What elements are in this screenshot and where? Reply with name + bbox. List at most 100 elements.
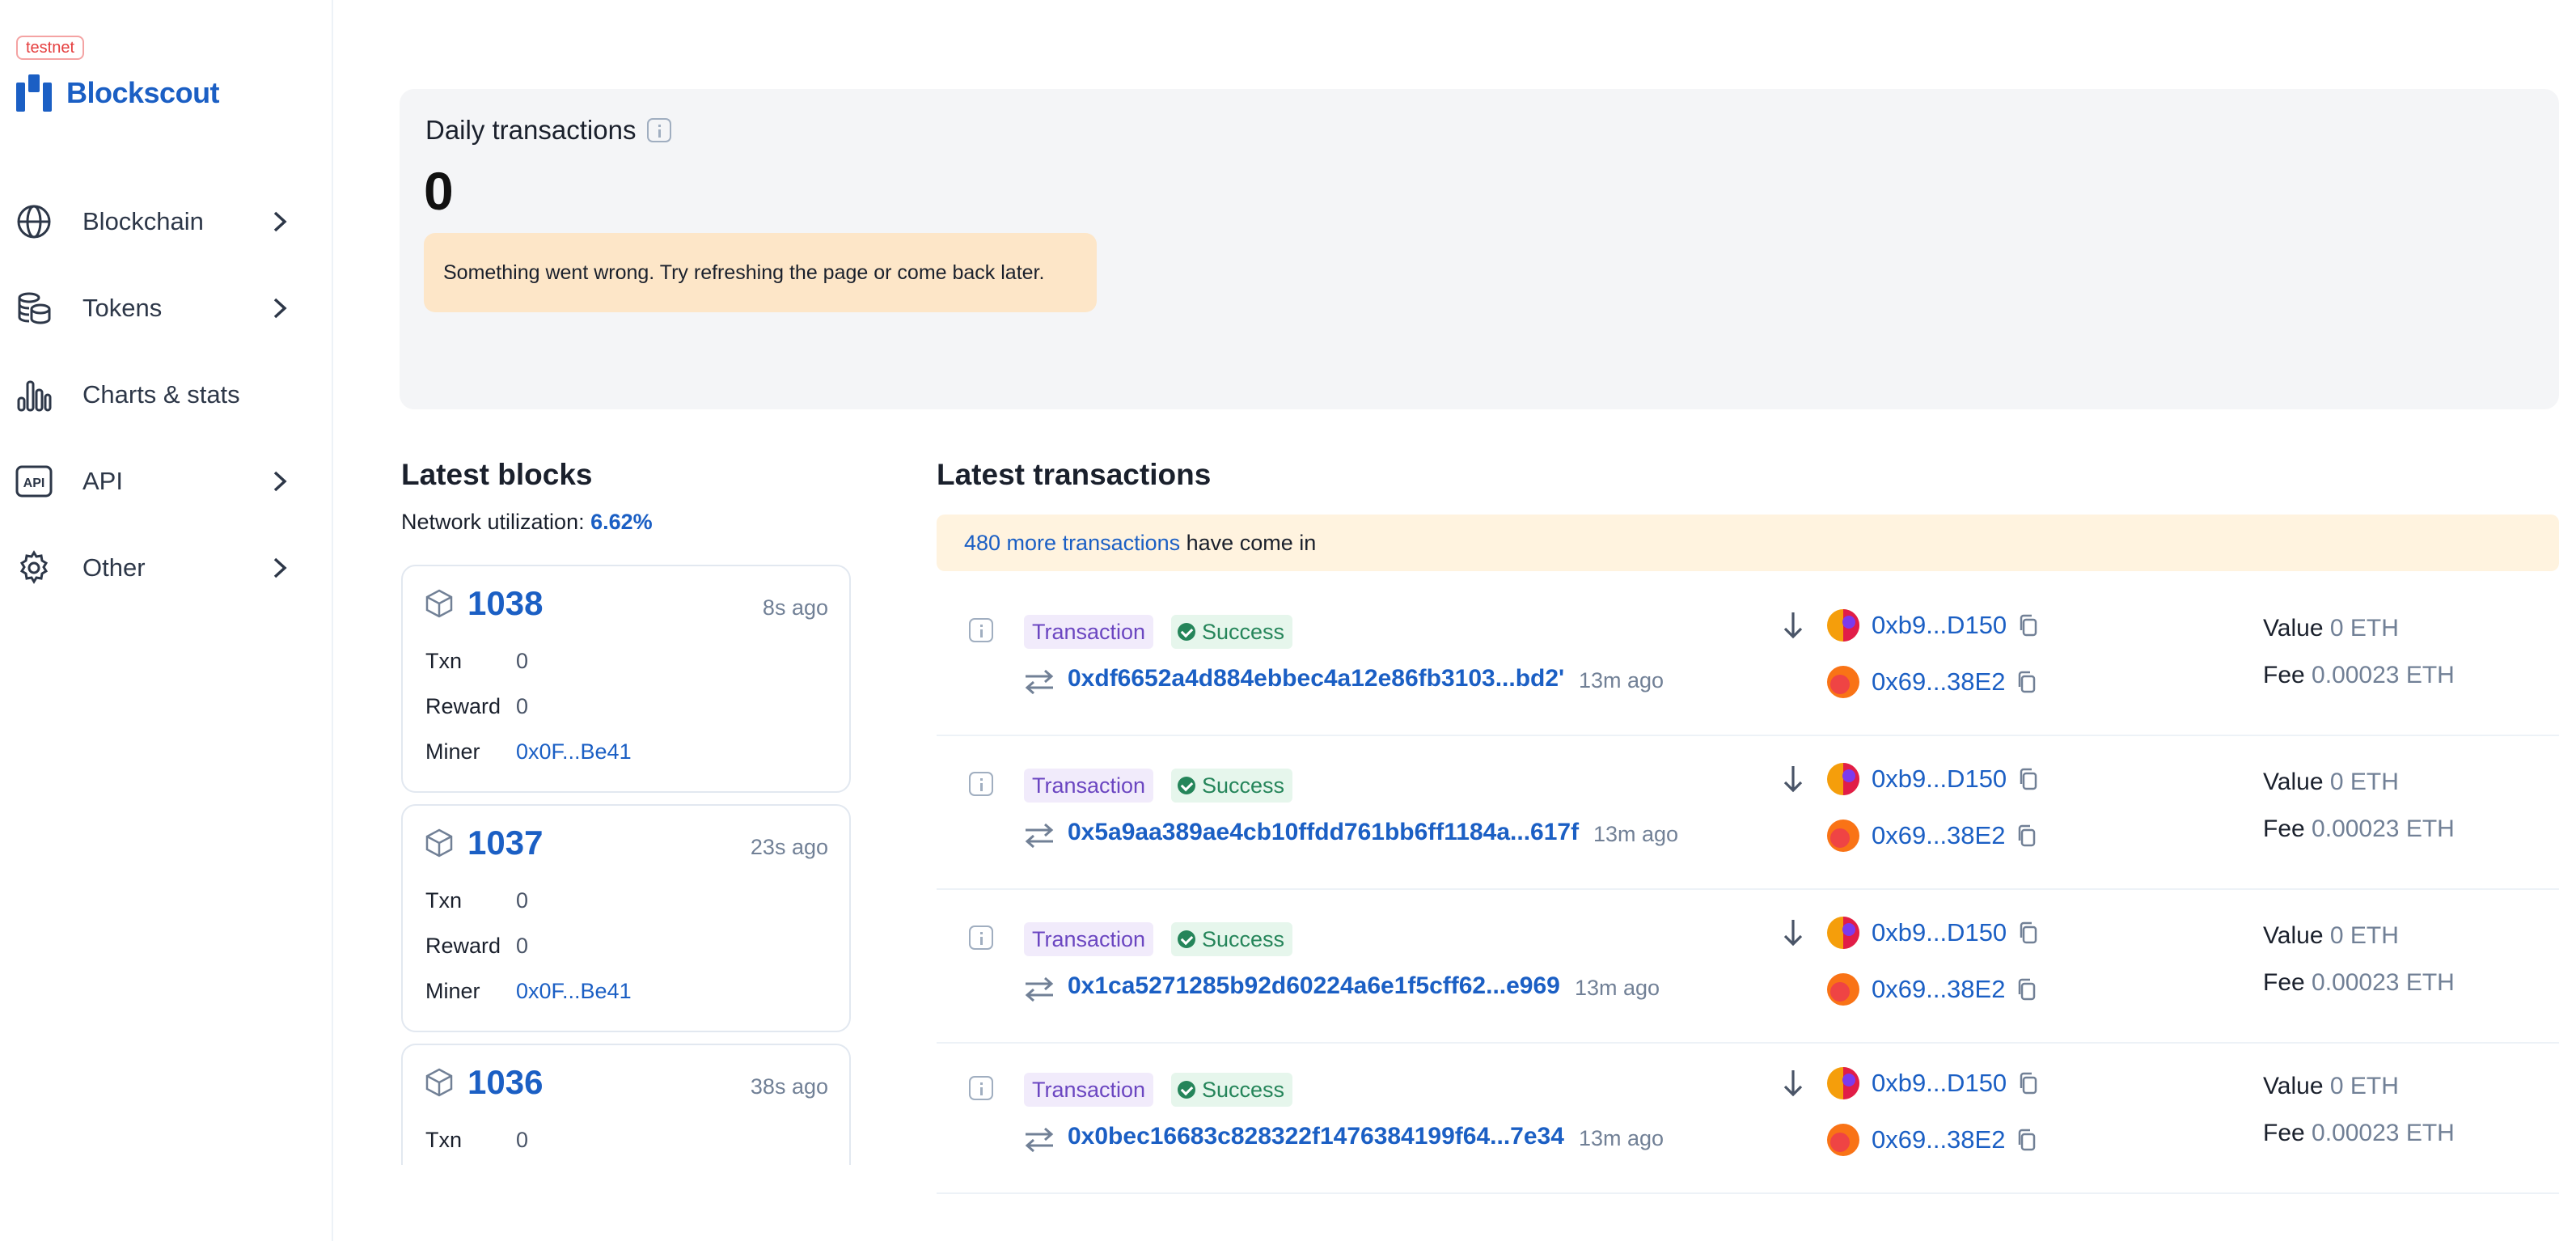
api-icon: API [15, 462, 53, 501]
latest-transactions-title: Latest transactions [937, 458, 1212, 491]
copy-icon[interactable] [2018, 1072, 2037, 1095]
globe-icon [15, 202, 53, 241]
fee-amount: 0.00023 ETH [2312, 815, 2455, 842]
block-reward-label: Reward [425, 694, 501, 718]
daily-transactions-card: Daily transactions 0 Something went wron… [400, 89, 2559, 409]
block-header: 1038 [424, 584, 543, 623]
transaction-row: Transaction Success 0x5a9aa389ae4cb10ffd… [937, 738, 2559, 890]
sidebar-item-other[interactable]: Other [15, 524, 290, 611]
cube-icon [425, 589, 453, 618]
block-number-link[interactable]: 1038 [467, 584, 543, 623]
transaction-time-ago: 13m ago [1593, 822, 1679, 846]
sidebar: testnet Blockscout Blockchain Tokens Cha… [0, 0, 333, 1241]
error-alert: Something went wrong. Try refreshing the… [424, 233, 1097, 312]
copy-icon[interactable] [2018, 614, 2037, 637]
block-miner-label: Miner [425, 979, 480, 1003]
block-reward-row: Reward 0 [425, 694, 528, 719]
from-address: 0xb9...D150 [1826, 1066, 2037, 1100]
to-address-link[interactable]: 0x69...38E2 [1872, 821, 2005, 850]
more-transactions-link[interactable]: 480 more transactions [964, 531, 1180, 555]
coins-icon [15, 289, 53, 328]
transaction-time-ago: 13m ago [1575, 976, 1660, 1000]
transaction-hash-link[interactable]: 0x5a9aa389ae4cb10ffdd761bb6ff1184a...617… [1068, 819, 1579, 846]
sidebar-item-label: Other [82, 553, 146, 582]
transaction-hash-link[interactable]: 0xdf6652a4d884ebbec4a12e86fb3103...bd2' [1068, 665, 1564, 693]
new-transactions-alert: 480 more transactions have come in [937, 515, 2559, 571]
copy-icon[interactable] [2018, 921, 2037, 944]
avatar-icon [1827, 1067, 1859, 1099]
main-nav: Blockchain Tokens Charts & stats API API… [15, 178, 290, 611]
info-icon[interactable] [969, 925, 993, 950]
block-miner-link[interactable]: 0x0F...Be41 [516, 979, 632, 1003]
sidebar-item-charts-stats[interactable]: Charts & stats [15, 351, 290, 438]
copy-icon[interactable] [2016, 978, 2036, 1001]
transaction-fee: Fee 0.00023 ETH [2263, 815, 2455, 843]
transaction-hash-link[interactable]: 0x0bec16683c828322f1476384199f64...7e34 [1068, 1123, 1564, 1150]
to-address-link[interactable]: 0x69...38E2 [1872, 1125, 2005, 1154]
sidebar-item-tokens[interactable]: Tokens [15, 265, 290, 351]
value-label: Value [2263, 769, 2324, 795]
block-miner-label: Miner [425, 739, 480, 764]
avatar-icon [1827, 763, 1859, 795]
from-address-link[interactable]: 0xb9...D150 [1872, 1069, 2007, 1098]
transaction-value: Value 0 ETH [2263, 615, 2399, 642]
check-circle-icon [1178, 930, 1195, 948]
copy-icon[interactable] [2016, 824, 2036, 847]
daily-transactions-title: Daily transactions [425, 115, 672, 146]
value-label: Value [2263, 922, 2324, 949]
latest-blocks-title: Latest blocks [401, 458, 593, 491]
arrow-down-icon [1783, 920, 1803, 947]
network-utilization-value: 6.62% [590, 510, 653, 534]
daily-transactions-value: 0 [424, 161, 454, 221]
value-amount: 0 ETH [2329, 922, 2399, 949]
info-icon[interactable] [969, 1076, 993, 1100]
status-badge: Success [1171, 769, 1293, 803]
transaction-type-badge: Transaction [1024, 615, 1154, 649]
from-address-link[interactable]: 0xb9...D150 [1872, 918, 2007, 947]
network-utilization-label: Network utilization: [401, 510, 591, 534]
chevron-right-icon [273, 211, 287, 231]
transaction-hash-link[interactable]: 0x1ca5271285b92d60224a6e1f5cff62...e969 [1068, 972, 1560, 1000]
block-txn-label: Txn [425, 649, 463, 673]
transaction-fee: Fee 0.00023 ETH [2263, 1120, 2455, 1147]
to-address-link[interactable]: 0x69...38E2 [1872, 667, 2005, 697]
from-address: 0xb9...D150 [1826, 916, 2037, 950]
status-label: Success [1202, 927, 1285, 951]
chevron-right-icon [273, 557, 287, 578]
block-number-link[interactable]: 1036 [467, 1063, 543, 1102]
block-number-link[interactable]: 1037 [467, 824, 543, 862]
copy-icon[interactable] [2016, 1129, 2036, 1151]
avatar-icon [1827, 1124, 1859, 1156]
cube-icon [425, 828, 453, 858]
info-icon[interactable] [647, 118, 672, 142]
chevron-right-icon [273, 471, 287, 491]
to-address: 0x69...38E2 [1826, 1123, 2036, 1157]
status-badge: Success [1171, 1073, 1293, 1107]
blockscout-logo-icon [16, 74, 52, 112]
check-circle-icon [1178, 777, 1195, 794]
block-txn-label: Txn [425, 1128, 463, 1152]
block-reward-row: Reward 0 [425, 934, 528, 959]
network-badge: testnet [16, 36, 85, 60]
copy-icon[interactable] [2018, 768, 2037, 790]
block-miner-link[interactable]: 0x0F...Be41 [516, 739, 632, 764]
copy-icon[interactable] [2016, 671, 2036, 693]
sidebar-item-api[interactable]: API API [15, 438, 290, 524]
from-address-link[interactable]: 0xb9...D150 [1872, 611, 2007, 640]
info-icon[interactable] [969, 772, 993, 796]
block-txn-value: 0 [516, 649, 529, 673]
to-address-link[interactable]: 0x69...38E2 [1872, 975, 2005, 1004]
block-miner-row: Miner 0x0F...Be41 [425, 739, 632, 765]
sidebar-item-blockchain[interactable]: Blockchain [15, 178, 290, 265]
from-address-link[interactable]: 0xb9...D150 [1872, 765, 2007, 794]
block-txn-row: Txn 0 [425, 888, 528, 913]
swap-icon [1025, 976, 1054, 1002]
to-address: 0x69...38E2 [1826, 819, 2036, 853]
block-reward-label: Reward [425, 934, 501, 958]
block-card: 1037 23s ago Txn 0 Reward 0 Miner 0x0F...Be… [401, 804, 851, 1032]
transaction-fee: Fee 0.00023 ETH [2263, 969, 2455, 997]
logo[interactable]: Blockscout [16, 74, 220, 112]
arrow-down-icon [1783, 612, 1803, 639]
info-icon[interactable] [969, 618, 993, 642]
avatar-icon [1827, 973, 1859, 1006]
